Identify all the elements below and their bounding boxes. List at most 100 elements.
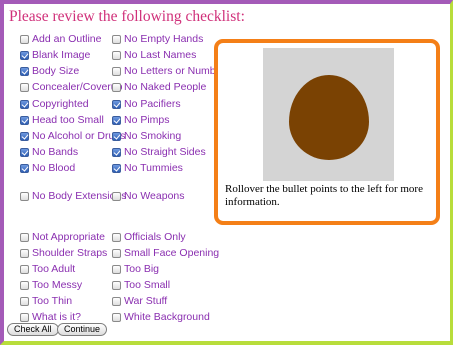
checklist-item[interactable]: No Last Names (112, 48, 196, 62)
checkbox[interactable] (20, 163, 29, 173)
preview-info-text: Rollover the bullet points to the left f… (225, 183, 423, 208)
checkbox[interactable] (20, 99, 29, 109)
checkbox[interactable] (112, 115, 121, 125)
check-all-button[interactable]: Check All (7, 323, 59, 336)
face-outline-shape (289, 75, 369, 160)
checklist-item-label: Blank Image (32, 49, 91, 61)
preview-image (263, 48, 394, 181)
checklist-item[interactable]: Blank Image (20, 48, 90, 62)
checklist-item[interactable]: Head too Small (20, 113, 104, 127)
checklist-item[interactable]: Too Messy (20, 278, 82, 292)
checkbox[interactable] (112, 191, 121, 201)
checklist-item[interactable]: No Body Extensions (20, 189, 127, 203)
checkbox[interactable] (20, 34, 29, 44)
checkbox[interactable] (112, 34, 121, 44)
checklist-item-label: No Last Names (124, 49, 197, 61)
checklist-item[interactable]: Small Face Opening (112, 246, 219, 260)
checklist-item-label: Copyrighted (32, 98, 89, 110)
checklist-item[interactable]: What is it? (20, 310, 81, 324)
checkbox[interactable] (20, 115, 29, 125)
checkbox[interactable] (20, 232, 29, 242)
checklist-item[interactable]: Add an Outline (20, 32, 101, 46)
checklist-item-label: Head too Small (32, 114, 104, 126)
checklist-item[interactable]: No Weapons (112, 189, 185, 203)
checkbox[interactable] (112, 163, 121, 173)
checklist-item-label: No Bands (32, 146, 79, 158)
checkbox[interactable] (112, 296, 121, 306)
checklist-item-label: Body Size (32, 65, 80, 77)
checklist-item-label: Too Thin (32, 295, 73, 307)
checklist-item-label: Too Messy (32, 279, 83, 291)
checklist-item-label: War Stuff (124, 295, 168, 307)
checklist-item[interactable]: Officials Only (112, 230, 186, 244)
checkbox[interactable] (112, 312, 121, 322)
checkbox[interactable] (20, 280, 29, 290)
checkbox[interactable] (20, 66, 29, 76)
checklist-item[interactable]: No Pimps (112, 113, 170, 127)
checklist-item[interactable]: No Smoking (112, 129, 181, 143)
checkbox[interactable] (20, 264, 29, 274)
checkbox[interactable] (20, 248, 29, 258)
checklist-item[interactable]: No Blood (20, 161, 75, 175)
checklist-item[interactable]: Shoulder Straps (20, 246, 107, 260)
checklist-item-label: No Pimps (124, 114, 170, 126)
checklist-item-label: Too Small (124, 279, 171, 291)
checklist-item-label: No Smoking (124, 130, 182, 142)
checklist-item[interactable]: No Empty Hands (112, 32, 203, 46)
checkbox[interactable] (112, 280, 121, 290)
checklist-item-label: Add an Outline (32, 33, 102, 45)
checklist-item[interactable]: No Letters or Numbers (112, 64, 230, 78)
checklist-item[interactable]: No Pacifiers (112, 97, 181, 111)
checklist-item[interactable]: Copyrighted (20, 97, 89, 111)
checklist-item-label: Shoulder Straps (32, 247, 108, 259)
checklist-item-label: Officials Only (124, 231, 186, 243)
checklist-item-label: Too Adult (32, 263, 76, 275)
checkbox[interactable] (20, 312, 29, 322)
checklist-item-label: Not Appropriate (32, 231, 105, 243)
checklist-item[interactable]: Not Appropriate (20, 230, 105, 244)
checkbox[interactable] (112, 131, 121, 141)
checklist-item-label: No Tummies (124, 162, 183, 174)
checkbox[interactable] (112, 99, 121, 109)
checklist-item-label: Too Big (124, 263, 160, 275)
checklist-item[interactable]: No Alcohol or Drugs (20, 129, 125, 143)
checklist-item[interactable]: No Naked People (112, 80, 206, 94)
checklist-item-label: No Naked People (124, 81, 207, 93)
checklist-item[interactable]: No Straight Sides (112, 145, 206, 159)
checklist-item-label: Small Face Opening (124, 247, 220, 259)
checklist-item-label: No Weapons (124, 190, 185, 202)
checklist-heading: Please review the following checklist: (9, 8, 245, 25)
checkbox[interactable] (112, 66, 121, 76)
checklist-item-label: No Pacifiers (124, 98, 181, 110)
checklist-item[interactable]: Too Adult (20, 262, 75, 276)
checklist-item-label: No Straight Sides (124, 146, 206, 158)
checklist-item[interactable]: Concealer/Coverup (20, 80, 122, 94)
preview-panel: Rollover the bullet points to the left f… (214, 39, 440, 225)
checkbox[interactable] (20, 296, 29, 306)
checklist-item[interactable]: No Bands (20, 145, 78, 159)
checkbox[interactable] (20, 191, 29, 201)
checklist-item[interactable]: Too Big (112, 262, 159, 276)
checkbox[interactable] (20, 131, 29, 141)
continue-button[interactable]: Continue (57, 323, 108, 336)
checkbox[interactable] (20, 147, 29, 157)
checkbox[interactable] (112, 232, 121, 242)
checklist-item-label: White Background (124, 311, 210, 323)
checklist-item[interactable]: Too Small (112, 278, 170, 292)
checklist-item[interactable]: Body Size (20, 64, 79, 78)
checklist-item-label: Concealer/Coverup (32, 81, 123, 93)
checkbox[interactable] (112, 50, 121, 60)
checklist-item[interactable]: War Stuff (112, 294, 167, 308)
checkbox[interactable] (112, 248, 121, 258)
checkbox[interactable] (112, 82, 121, 92)
checklist-item[interactable]: Too Thin (20, 294, 72, 308)
checkbox[interactable] (112, 147, 121, 157)
checklist-item-label: No Blood (32, 162, 76, 174)
checklist-item-label: No Empty Hands (124, 33, 204, 45)
checkbox[interactable] (20, 82, 29, 92)
checkbox[interactable] (112, 264, 121, 274)
checklist-item[interactable]: No Tummies (112, 161, 183, 175)
checkbox[interactable] (20, 50, 29, 60)
checklist-item[interactable]: White Background (112, 310, 210, 324)
checklist-item-label: What is it? (32, 311, 82, 323)
